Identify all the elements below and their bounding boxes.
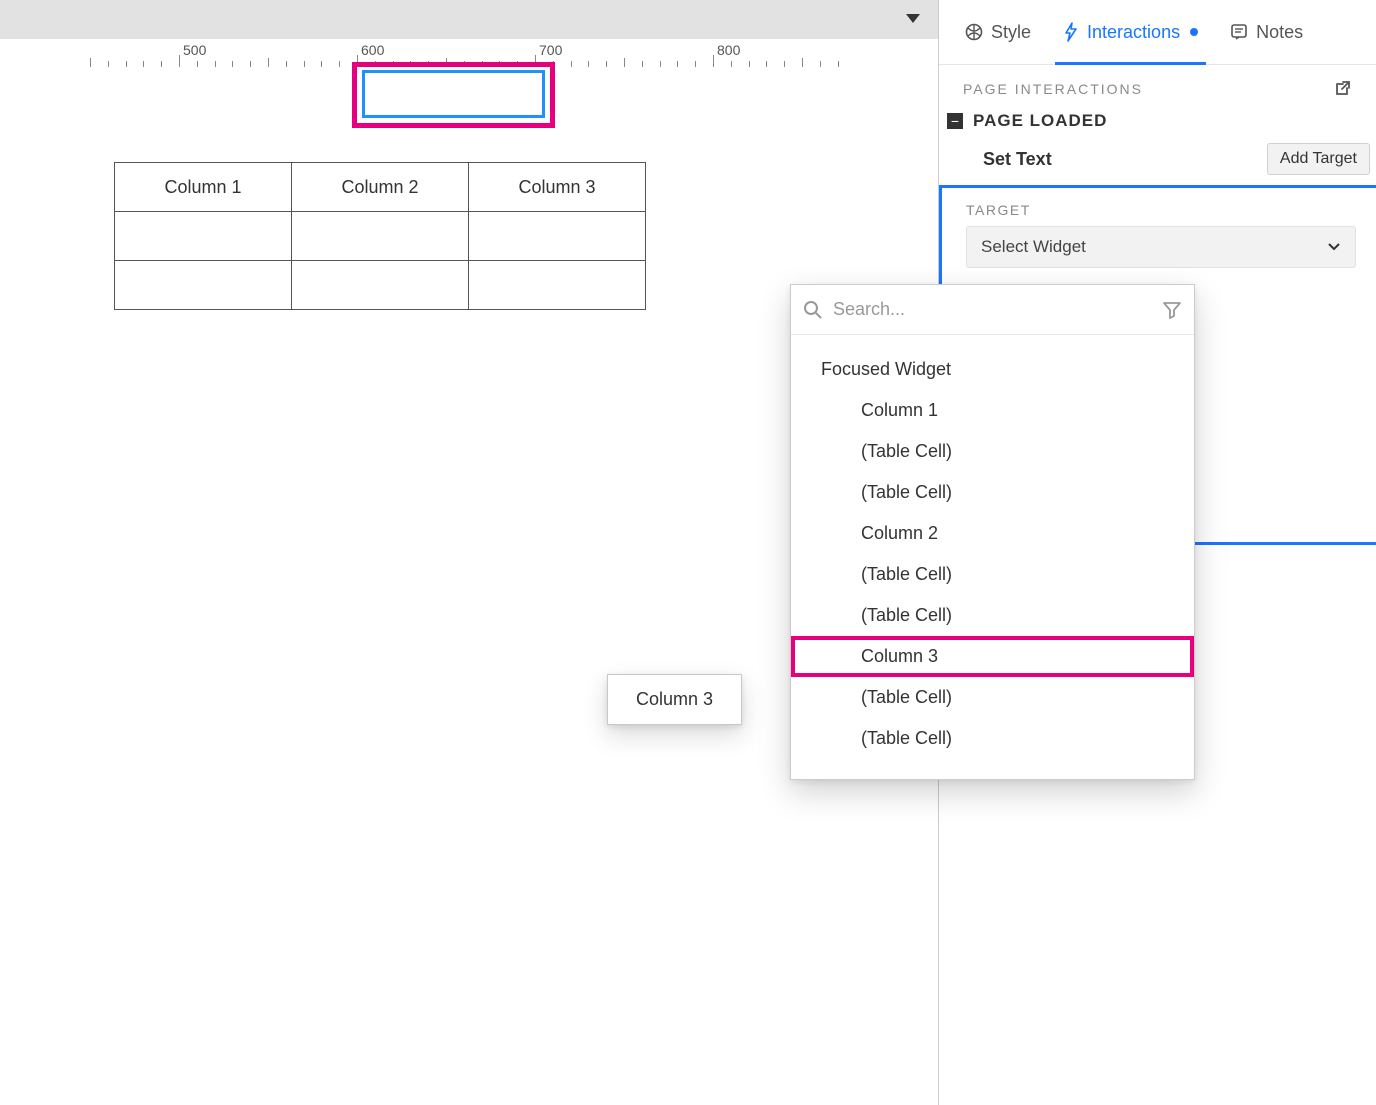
table-row: [115, 212, 646, 261]
hover-tooltip: Column 3: [607, 674, 742, 725]
top-toolbar: [0, 0, 938, 39]
selection-outline-secondary: [362, 70, 545, 118]
target-label: TARGET: [966, 202, 1356, 218]
indicator-dot-icon: [1190, 28, 1198, 36]
table-cell[interactable]: [115, 212, 292, 261]
ruler-label: 500: [183, 42, 206, 58]
select-widget-dropdown[interactable]: Select Widget: [966, 226, 1356, 268]
horizontal-ruler: 500 600 700 800: [0, 39, 938, 67]
section-title: PAGE INTERACTIONS: [963, 81, 1143, 97]
option-column-2[interactable]: Column 2: [791, 513, 1194, 554]
action-label: Set Text: [983, 149, 1052, 170]
option-table-cell[interactable]: (Table Cell): [791, 472, 1194, 513]
filter-icon[interactable]: [1162, 301, 1182, 319]
tab-label: Style: [991, 22, 1031, 43]
tab-style[interactable]: Style: [949, 0, 1047, 64]
table-cell[interactable]: [115, 261, 292, 310]
ruler-label: 800: [717, 42, 740, 58]
selection-outline-primary: [352, 62, 555, 128]
table-row: [115, 261, 646, 310]
table-header-cell[interactable]: Column 2: [292, 163, 469, 212]
options-list: Focused Widget Column 1 (Table Cell) (Ta…: [791, 335, 1194, 779]
select-placeholder: Select Widget: [981, 237, 1086, 257]
option-focused-widget[interactable]: Focused Widget: [791, 349, 1194, 390]
tab-interactions[interactable]: Interactions: [1047, 0, 1214, 64]
table-cell[interactable]: [469, 212, 646, 261]
popout-icon[interactable]: [1332, 79, 1352, 99]
dropdown-arrow-icon[interactable]: [906, 14, 920, 24]
ruler-label: 700: [539, 42, 562, 58]
add-target-button[interactable]: Add Target: [1267, 143, 1370, 175]
event-label: PAGE LOADED: [973, 111, 1107, 131]
option-column-3[interactable]: Column 3: [791, 636, 1194, 677]
search-input[interactable]: [833, 299, 1152, 320]
option-table-cell[interactable]: (Table Cell): [791, 677, 1194, 718]
option-table-cell[interactable]: (Table Cell): [791, 595, 1194, 636]
collapse-toggle[interactable]: −: [947, 113, 963, 129]
option-table-cell[interactable]: (Table Cell): [791, 718, 1194, 759]
table-cell[interactable]: [292, 261, 469, 310]
search-icon: [803, 300, 823, 320]
table-header-cell[interactable]: Column 3: [469, 163, 646, 212]
note-icon: [1230, 23, 1248, 41]
table-cell[interactable]: [469, 261, 646, 310]
tab-label: Notes: [1256, 22, 1303, 43]
tab-label: Interactions: [1087, 22, 1180, 43]
table-row: Column 1 Column 2 Column 3: [115, 163, 646, 212]
table-cell[interactable]: [292, 212, 469, 261]
ruler-label: 600: [361, 42, 384, 58]
tab-notes[interactable]: Notes: [1214, 0, 1319, 64]
chevron-down-icon: [1327, 242, 1341, 252]
table-widget[interactable]: Column 1 Column 2 Column 3: [114, 162, 646, 310]
option-column-1[interactable]: Column 1: [791, 390, 1194, 431]
option-table-cell[interactable]: (Table Cell): [791, 431, 1194, 472]
table-header-cell[interactable]: Column 1: [115, 163, 292, 212]
style-icon: [965, 23, 983, 41]
inspector-tabs: Style Interactions Notes: [939, 0, 1376, 65]
widget-picker-popup: Focused Widget Column 1 (Table Cell) (Ta…: [790, 284, 1195, 780]
lightning-icon: [1063, 22, 1079, 42]
option-table-cell[interactable]: (Table Cell): [791, 554, 1194, 595]
